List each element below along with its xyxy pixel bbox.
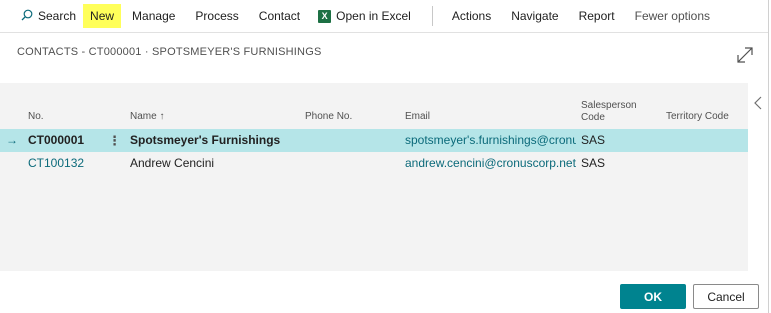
page-title: CONTACTS - CT000001 · SPOTSMEYER'S FURNI… (17, 46, 322, 58)
expand-button[interactable] (734, 44, 756, 66)
open-in-excel-button[interactable]: X Open in Excel (311, 4, 418, 28)
contacts-grid: No. Name ↑ Phone No. Email Salesperson C… (0, 83, 748, 271)
process-label: Process (195, 9, 239, 23)
search-icon (21, 9, 33, 24)
header-no[interactable]: No. (28, 111, 44, 123)
chevron-left-icon (754, 96, 762, 110)
fewer-options-label: Fewer options (634, 9, 710, 23)
cancel-button[interactable]: Cancel (693, 284, 759, 309)
cell-name[interactable]: Andrew Cencini (130, 152, 214, 175)
header-salesperson-line1: Salesperson (581, 100, 637, 111)
navigate-menu[interactable]: Navigate (504, 4, 565, 28)
report-menu[interactable]: Report (572, 4, 622, 28)
expand-icon (737, 47, 753, 63)
excel-label: Open in Excel (336, 9, 411, 23)
toolbar-divider (431, 6, 433, 26)
current-row-arrow-icon: → (6, 133, 18, 147)
manage-menu[interactable]: Manage (125, 4, 182, 28)
contact-menu[interactable]: Contact (252, 4, 307, 28)
cell-no[interactable]: CT100132 (28, 152, 84, 175)
cell-no[interactable]: CT000001 (28, 129, 84, 152)
table-row[interactable]: CT100132 Andrew Cencini andrew.cencini@c… (0, 152, 748, 175)
collapse-factbox-button[interactable] (752, 96, 766, 110)
actions-label: Actions (451, 9, 492, 23)
table-row[interactable]: → CT000001 ⋮ Spotsmeyer's Furnishings sp… (0, 129, 748, 152)
cell-email[interactable]: spotsmeyer's.furnishings@cronu... (405, 129, 576, 152)
sort-ascending-icon: ↑ (159, 111, 165, 122)
header-name[interactable]: Name ↑ (130, 111, 164, 123)
manage-label: Manage (132, 9, 176, 23)
search-button[interactable]: Search (14, 4, 83, 28)
cell-email[interactable]: andrew.cencini@cronuscorp.net (405, 152, 576, 175)
header-salesperson-line2: Code (581, 112, 605, 123)
fewer-options-button[interactable]: Fewer options (628, 4, 717, 28)
ok-button[interactable]: OK (620, 284, 686, 309)
excel-icon: X (318, 9, 332, 23)
cell-salesperson[interactable]: SAS (581, 152, 605, 175)
contact-label: Contact (258, 9, 301, 23)
new-label: New (90, 9, 115, 23)
actions-menu[interactable]: Actions (445, 4, 498, 28)
report-label: Report (578, 9, 615, 23)
action-bar: Search New Manage Process Contact X Open… (0, 0, 771, 33)
header-salesperson[interactable]: Salesperson Code (581, 100, 637, 124)
navigate-label: Navigate (511, 9, 559, 23)
row-menu-icon[interactable]: ⋮ (108, 129, 121, 152)
cell-name[interactable]: Spotsmeyer's Furnishings (130, 129, 280, 152)
header-email[interactable]: Email (405, 111, 430, 123)
header-phone[interactable]: Phone No. (305, 111, 352, 123)
process-menu[interactable]: Process (188, 4, 245, 28)
search-label: Search (38, 9, 77, 23)
new-button[interactable]: New (83, 4, 122, 28)
cell-salesperson[interactable]: SAS (581, 129, 605, 152)
header-territory[interactable]: Territory Code (666, 111, 729, 123)
header-name-label: Name (130, 111, 157, 122)
